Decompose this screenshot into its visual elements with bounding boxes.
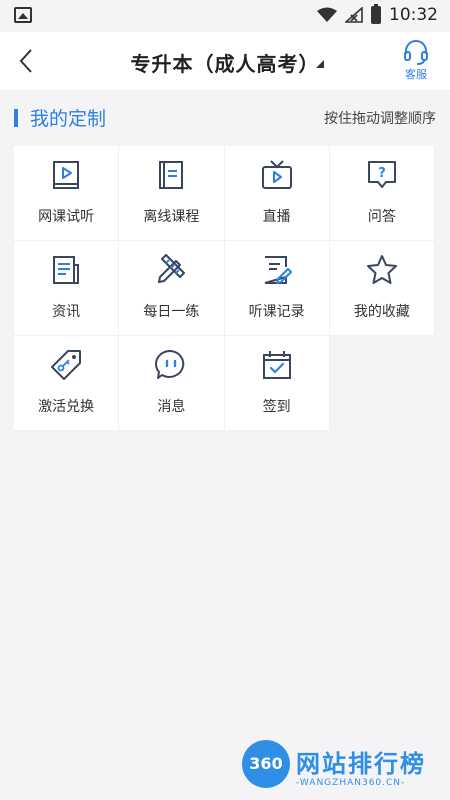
grid-item-label: 听课记录 bbox=[248, 304, 305, 320]
customer-service-label: 客服 bbox=[405, 68, 427, 81]
grid-item-messages[interactable]: 消息 bbox=[119, 336, 225, 431]
grid-item-live[interactable]: 直播 bbox=[224, 146, 330, 241]
star-icon bbox=[366, 255, 397, 284]
grid-item-label: 资讯 bbox=[52, 304, 81, 320]
page-title[interactable]: 专升本（成人高考） bbox=[0, 48, 450, 77]
wifi-icon bbox=[317, 7, 337, 22]
grid-item-label: 签到 bbox=[262, 399, 291, 415]
tag-key-icon bbox=[51, 350, 82, 380]
calendar-check-icon bbox=[262, 351, 291, 379]
edit-doc-icon bbox=[264, 256, 292, 284]
grid-item-study-record[interactable]: 听课记录 bbox=[224, 241, 330, 336]
grid-item-label: 激活兑换 bbox=[38, 399, 95, 415]
watermark-name: 网站排行榜 bbox=[296, 750, 426, 778]
customer-service-button[interactable]: 客服 bbox=[400, 38, 432, 82]
signal-icon bbox=[345, 7, 363, 23]
grid-item-daily-practice[interactable]: 每日一练 bbox=[119, 241, 225, 336]
grid-item-offline-course[interactable]: 离线课程 bbox=[119, 146, 225, 241]
grid-item-favorites[interactable]: 我的收藏 bbox=[329, 241, 435, 336]
image-notification-icon bbox=[14, 7, 32, 23]
grid-item-label: 离线课程 bbox=[143, 209, 200, 225]
book-icon bbox=[159, 161, 184, 189]
battery-icon bbox=[371, 4, 381, 24]
status-time: 10:32 bbox=[389, 5, 438, 25]
grid-item-label: 网课试听 bbox=[38, 209, 95, 225]
grid-item-online-trial[interactable]: 网课试听 bbox=[14, 146, 120, 241]
grid-item-label: 直播 bbox=[262, 209, 291, 225]
grid-item-qa[interactable]: ? 问答 bbox=[329, 146, 435, 241]
custom-grid: 网课试听 离线课程 直播 ? 问答 资讯 每日一练 听课记录 我的收藏 激活兑换… bbox=[14, 146, 435, 431]
watermark-logo: 360 网站排行榜 -WANGZHAN360.CN- bbox=[238, 738, 450, 800]
question-icon: ? bbox=[367, 161, 396, 188]
grid-item-label: 每日一练 bbox=[143, 304, 200, 320]
status-bar: 10:32 bbox=[0, 0, 450, 32]
grid-item-label: 问答 bbox=[367, 209, 396, 225]
grid-item-label: 消息 bbox=[157, 399, 186, 415]
grid-item-check-in[interactable]: 签到 bbox=[224, 336, 330, 431]
pencil-ruler-icon bbox=[158, 254, 186, 283]
dropdown-triangle-icon[interactable] bbox=[316, 60, 324, 68]
grid-item-activate-redeem[interactable]: 激活兑换 bbox=[14, 336, 120, 431]
svg-text:?: ? bbox=[378, 166, 386, 181]
video-book-icon bbox=[53, 161, 80, 189]
message-icon bbox=[155, 349, 185, 379]
grid-item-label: 我的收藏 bbox=[353, 304, 410, 320]
header: 专升本（成人高考） 客服 bbox=[0, 32, 450, 90]
watermark-badge: 360 bbox=[242, 740, 290, 788]
section-header: 我的定制 按住拖动调整顺序 bbox=[0, 100, 450, 138]
news-icon bbox=[53, 256, 80, 284]
section-accent-bar bbox=[14, 109, 18, 127]
headset-icon bbox=[404, 40, 428, 65]
grid-item-news[interactable]: 资讯 bbox=[14, 241, 120, 336]
tv-icon bbox=[261, 160, 292, 189]
section-title: 我的定制 bbox=[30, 108, 107, 130]
watermark-url: -WANGZHAN360.CN- bbox=[296, 778, 406, 788]
drag-hint: 按住拖动调整顺序 bbox=[324, 111, 436, 127]
